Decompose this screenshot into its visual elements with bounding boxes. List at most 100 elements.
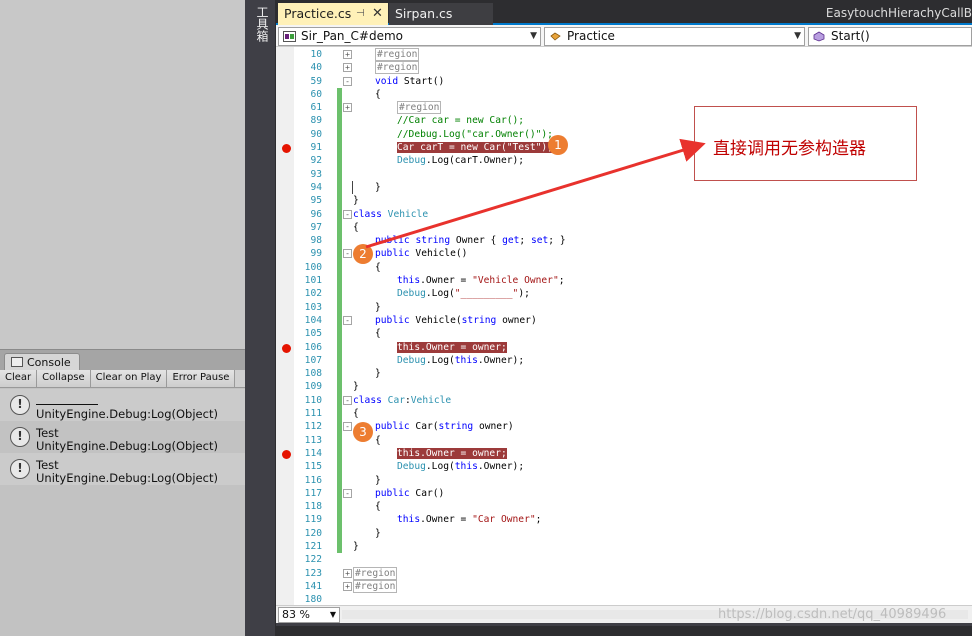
code-token: "Vehicle Owner" — [472, 275, 559, 287]
code-token: #region — [375, 48, 420, 61]
code-line[interactable]: 95} — [276, 194, 972, 208]
line-number: 61 — [310, 102, 322, 114]
line-number: 95 — [310, 195, 322, 207]
clear-button[interactable]: Clear — [0, 370, 38, 387]
change-marker — [337, 340, 342, 354]
collapse-icon[interactable]: - — [343, 395, 352, 405]
method-dropdown[interactable]: Start() — [808, 27, 972, 46]
code-line[interactable]: 108} — [276, 367, 972, 381]
code-line[interactable]: 109} — [276, 380, 972, 394]
console-log-entry[interactable]: ! Test UnityEngine.Debug:Log(Object) — [0, 421, 245, 453]
line-number: 92 — [310, 155, 322, 167]
class-dropdown[interactable]: Practice ▼ — [544, 27, 805, 46]
line-number: 10 — [310, 49, 322, 60]
expand-icon[interactable]: + — [343, 50, 352, 59]
expand-icon[interactable]: + — [343, 568, 352, 578]
document-tabbar: Practice.cs ⊣ ✕ Sirpan.cs EasytouchHiera… — [276, 0, 972, 25]
code-line[interactable]: 122 — [276, 553, 972, 566]
expand-icon[interactable]: + — [343, 581, 352, 591]
code-token: ; — [558, 275, 565, 287]
tab-console[interactable]: Console — [4, 353, 80, 371]
change-marker — [337, 460, 342, 474]
code-line[interactable]: 97 { — [276, 220, 972, 235]
code-line[interactable]: 118 { — [276, 500, 972, 514]
code-line[interactable]: 180 — [276, 593, 972, 605]
close-icon[interactable]: ✕ — [372, 3, 383, 24]
code-token: set — [530, 235, 549, 247]
code-line[interactable]: 98 public string Owner { get; set; } — [276, 234, 972, 248]
zoom-dropdown[interactable]: 83 % ▼ — [278, 607, 340, 623]
code-line[interactable]: 121} — [276, 539, 972, 554]
code-line[interactable]: 10 + #region — [276, 48, 972, 61]
code-line[interactable]: 117 - public Car() — [276, 486, 972, 501]
console-log-entry[interactable]: ! Test UnityEngine.Debug:Log(Object) — [0, 453, 245, 485]
collapse-icon[interactable]: - — [343, 315, 352, 325]
expand-icon[interactable]: + — [343, 63, 352, 73]
breakpoint-icon[interactable] — [282, 449, 291, 459]
line-number: 123 — [304, 567, 322, 579]
code-line[interactable]: 123 + #region — [276, 566, 972, 580]
code-line[interactable]: 60 { — [276, 87, 972, 102]
code-line[interactable]: 59 - void Start() — [276, 75, 972, 88]
toolbox-sidebar[interactable]: 工具箱 — [245, 0, 276, 636]
code-line[interactable]: 120} — [276, 526, 972, 540]
code-line[interactable]: 100 { — [276, 260, 972, 275]
project-dropdown[interactable]: Sir_Pan_C#demo ▼ — [278, 27, 541, 46]
line-number: 118 — [304, 501, 322, 513]
code-line[interactable]: 102 Debug.Log("_________"); — [276, 287, 972, 301]
tab-sirpan-cs[interactable]: Sirpan.cs — [389, 3, 493, 25]
collapse-icon[interactable]: - — [343, 488, 352, 498]
code-line[interactable]: 111 { — [276, 407, 972, 421]
code-token: .Owner); — [477, 461, 525, 473]
code-token: } — [375, 301, 381, 313]
breakpoint-icon[interactable] — [282, 343, 291, 353]
code-line[interactable]: 114 this.Owner = owner; — [276, 446, 972, 461]
code-text: //Debug.Log("car.Owner()"); — [397, 128, 553, 141]
code-token: .Owner = — [420, 275, 473, 287]
code-line[interactable]: 104 - public Vehicle(string owner) — [276, 313, 972, 328]
code-token: this — [397, 275, 421, 287]
collapse-icon[interactable]: - — [343, 422, 352, 432]
collapse-icon[interactable]: - — [343, 249, 352, 259]
tab-practice-cs[interactable]: Practice.cs ⊣ ✕ — [278, 3, 388, 25]
breakpoint-icon[interactable] — [282, 144, 291, 154]
annotation-badge-3: 3 — [353, 422, 373, 442]
code-text: } — [375, 474, 381, 487]
code-line[interactable]: 99 - public Vehicle() — [276, 247, 972, 261]
code-token: } — [375, 181, 381, 193]
expand-icon[interactable]: + — [343, 103, 352, 113]
change-marker — [337, 114, 342, 128]
code-line[interactable]: 112 - public Car(string owner) — [276, 420, 972, 434]
code-line[interactable]: 40 + #region — [276, 61, 972, 75]
code-line[interactable]: 115 Debug.Log(this.Owner); — [276, 460, 972, 474]
console-log-entry[interactable]: ! UnityEngine.Debug:Log(Object) — [0, 389, 245, 421]
code-line[interactable]: 119 this.Owner = "Car Owner"; — [276, 513, 972, 527]
collapse-button[interactable]: Collapse — [37, 370, 91, 387]
collapse-icon[interactable]: - — [343, 209, 352, 219]
code-text: #region — [353, 566, 398, 580]
toolbox-label[interactable]: 工具箱 — [254, 6, 269, 42]
clear-on-play-button[interactable]: Clear on Play — [90, 370, 168, 387]
code-token: Car( — [409, 421, 439, 433]
pin-icon[interactable]: ⊣ — [356, 3, 365, 24]
code-line[interactable]: 110 - class Car:Vehicle — [276, 393, 972, 408]
line-number: 59 — [310, 75, 322, 87]
code-line[interactable]: 94} — [276, 180, 972, 195]
code-line[interactable]: 116} — [276, 473, 972, 487]
code-line[interactable]: 96 - class Vehicle — [276, 207, 972, 221]
line-number: 101 — [304, 275, 322, 287]
code-line[interactable]: 141 + #region — [276, 579, 972, 593]
code-line[interactable]: 113 { — [276, 433, 972, 447]
method-icon — [813, 31, 825, 42]
code-line[interactable]: 101 this.Owner = "Vehicle Owner"; — [276, 274, 972, 288]
code-line[interactable]: 105 { — [276, 327, 972, 341]
code-text: } — [353, 194, 359, 207]
code-token: void — [375, 75, 399, 87]
code-token: { — [375, 328, 381, 340]
text-cursor — [352, 180, 353, 195]
code-line[interactable]: 103} — [276, 300, 972, 314]
code-line[interactable]: 106 this.Owner = owner; — [276, 340, 972, 354]
collapse-icon[interactable]: - — [343, 76, 352, 86]
error-pause-button[interactable]: Error Pause — [167, 370, 236, 387]
code-line[interactable]: 107 Debug.Log(this.Owner); — [276, 353, 972, 368]
